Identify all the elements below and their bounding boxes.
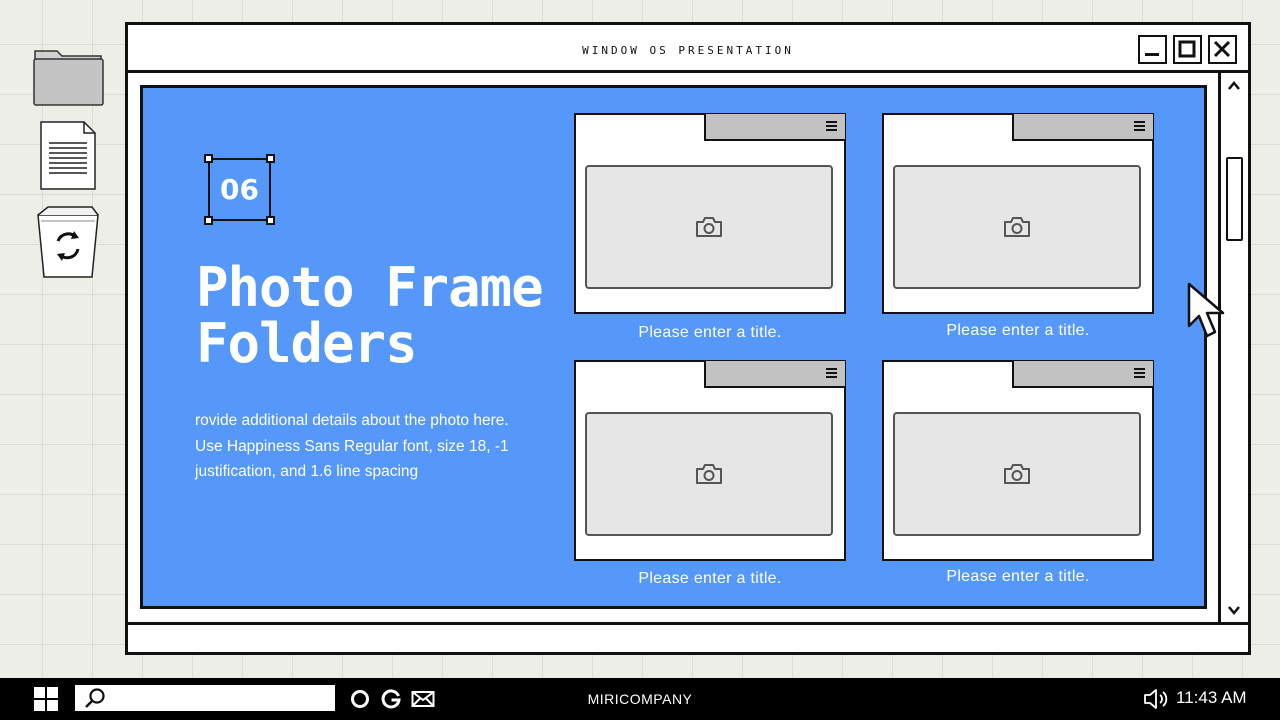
circle-app-icon[interactable] — [348, 687, 372, 711]
photo-frame — [574, 113, 846, 314]
photo-frame — [882, 360, 1154, 561]
mail-icon[interactable] — [411, 687, 435, 711]
frame-tab — [704, 114, 845, 141]
close-button[interactable] — [1208, 35, 1237, 64]
resize-handle[interactable] — [204, 216, 213, 225]
photo-placeholder[interactable] — [893, 412, 1141, 536]
taskbar-company-label: MIRICOMPANY — [587, 691, 693, 707]
slide-title-line: Photo Frame — [196, 256, 544, 319]
vertical-scrollbar[interactable] — [1218, 73, 1248, 622]
photo-placeholder[interactable] — [585, 412, 833, 536]
resize-handle[interactable] — [266, 216, 275, 225]
photo-placeholder[interactable] — [893, 165, 1141, 289]
slide-content: 06 Photo Frame Folders rovide additional… — [140, 85, 1207, 609]
camera-icon — [1004, 217, 1030, 237]
document-icon[interactable] — [40, 121, 96, 190]
scroll-thumb[interactable] — [1226, 157, 1243, 241]
menu-icon[interactable] — [1134, 368, 1145, 378]
folder-icon[interactable] — [33, 47, 104, 106]
photo-frame — [574, 360, 846, 561]
frame-caption: Please enter a title. — [946, 568, 1090, 585]
window-title: WINDOW OS PRESENTATION — [582, 44, 794, 57]
menu-icon[interactable] — [826, 121, 837, 131]
search-icon — [85, 688, 105, 708]
frame-caption: Please enter a title. — [638, 324, 782, 341]
photo-frame — [882, 113, 1154, 314]
taskbar-search-input[interactable] — [75, 685, 335, 711]
menu-icon[interactable] — [1134, 121, 1145, 131]
slide-number: 06 — [220, 173, 259, 206]
maximize-icon — [1178, 40, 1196, 58]
maximize-button[interactable] — [1173, 35, 1202, 64]
minimize-button[interactable] — [1138, 35, 1167, 64]
resize-handle[interactable] — [266, 154, 275, 163]
taskbar: MIRICOMPANY 11:43 AM — [0, 678, 1280, 720]
slide-number-badge[interactable]: 06 — [204, 154, 275, 225]
frame-caption: Please enter a title. — [946, 322, 1090, 339]
frame-tab — [1012, 114, 1153, 141]
camera-icon — [696, 217, 722, 237]
menu-icon[interactable] — [826, 368, 837, 378]
slide-description: rovide additional details about the phot… — [195, 412, 509, 480]
taskbar-clock[interactable]: 11:43 AM — [1176, 688, 1256, 708]
window-statusbar — [128, 622, 1248, 652]
google-icon[interactable] — [379, 687, 403, 711]
presentation-window: WINDOW OS PRESENTATION 06 Photo Frame Fo… — [125, 22, 1251, 655]
camera-icon — [1004, 464, 1030, 484]
speaker-icon[interactable] — [1143, 687, 1169, 711]
chevron-up-icon[interactable] — [1226, 78, 1242, 94]
frame-caption: Please enter a title. — [638, 570, 782, 587]
frame-tab — [704, 361, 845, 388]
slide-title-line: Folders — [196, 312, 418, 375]
resize-handle[interactable] — [204, 154, 213, 163]
slide-title: Photo Frame Folders — [196, 260, 576, 372]
chevron-down-icon[interactable] — [1226, 602, 1242, 618]
close-icon — [1213, 40, 1231, 58]
window-titlebar[interactable]: WINDOW OS PRESENTATION — [128, 25, 1248, 73]
minimize-icon — [1145, 53, 1159, 56]
frame-tab — [1012, 361, 1153, 388]
recycle-bin-icon[interactable] — [36, 205, 100, 281]
windows-start-icon[interactable] — [34, 687, 58, 711]
mouse-cursor-icon — [1187, 282, 1225, 338]
photo-placeholder[interactable] — [585, 165, 833, 289]
camera-icon — [696, 464, 722, 484]
